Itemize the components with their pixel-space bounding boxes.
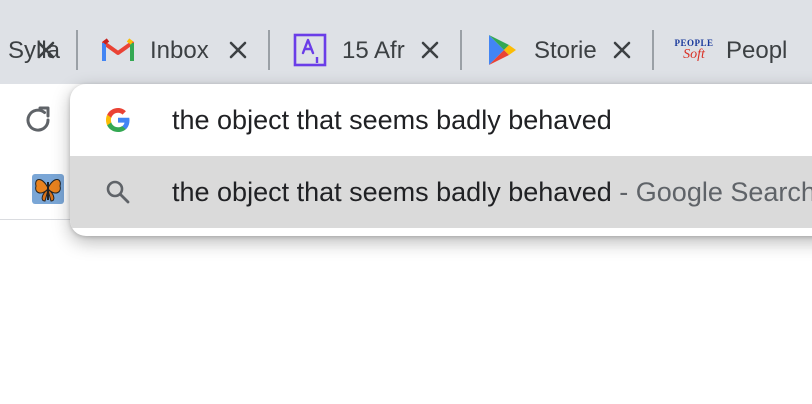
gmail-icon xyxy=(100,32,136,68)
close-icon[interactable] xyxy=(226,38,250,62)
omnibox-input-row[interactable]: the object that seems badly behaved xyxy=(70,84,812,156)
suggestion-query: the object that seems badly behaved xyxy=(172,177,612,207)
close-icon[interactable] xyxy=(34,38,58,62)
a-box-icon xyxy=(292,32,328,68)
tab-15-afr[interactable]: 15 Afr xyxy=(270,16,460,84)
play-store-icon xyxy=(484,32,520,68)
butterfly-bookmark-icon[interactable] xyxy=(32,174,64,204)
tab-inbox[interactable]: Inbox xyxy=(78,16,268,84)
reload-icon[interactable] xyxy=(22,104,54,136)
tab-title: Peopl xyxy=(726,37,788,64)
close-icon[interactable] xyxy=(610,38,634,62)
tab-syllabus[interactable]: Sylla xyxy=(0,16,76,84)
browser-window: Sylla Inbox 15 Afr Storie PEOPLE Soft Pe… xyxy=(0,0,812,404)
close-icon[interactable] xyxy=(418,38,442,62)
tab-stories[interactable]: Storie xyxy=(462,16,652,84)
tab-strip: Sylla Inbox 15 Afr Storie PEOPLE Soft Pe… xyxy=(0,0,812,84)
tab-peoplesoft[interactable]: PEOPLE Soft Peopl xyxy=(654,16,812,84)
google-g-icon xyxy=(106,108,130,132)
omnibox-input[interactable]: the object that seems badly behaved xyxy=(172,101,612,139)
tab-title: Inbox xyxy=(150,37,209,64)
search-icon xyxy=(106,180,130,204)
peoplesoft-icon: PEOPLE Soft xyxy=(674,38,714,62)
tab-title: 15 Afr xyxy=(342,37,405,64)
suggestion-row[interactable]: the object that seems badly behaved - Go… xyxy=(70,156,812,228)
tab-title: Storie xyxy=(534,37,597,64)
suggestion-text: the object that seems badly behaved - Go… xyxy=(172,173,812,211)
omnibox-dropdown: the object that seems badly behaved the … xyxy=(70,84,812,236)
suggestion-suffix: - Google Search xyxy=(611,177,812,207)
